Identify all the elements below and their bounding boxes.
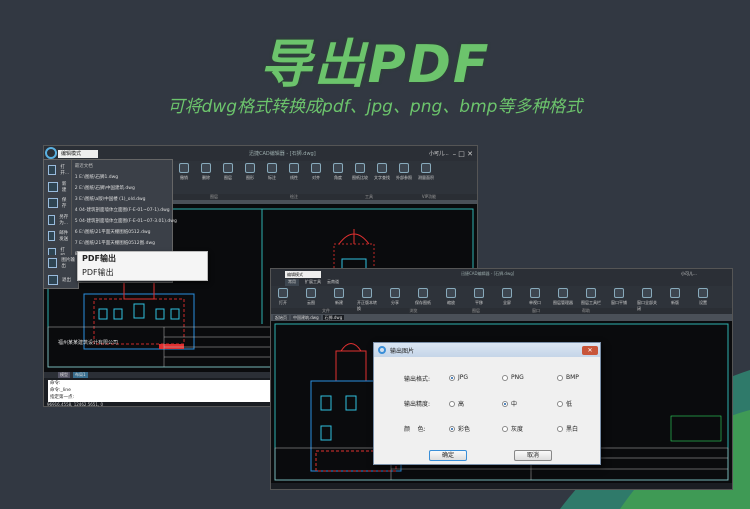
- cancel-button[interactable]: 取消: [514, 450, 552, 461]
- pdf-export-submenu: PDF输出 PDF输出: [77, 251, 208, 281]
- ribbon-button[interactable]: 标注: [262, 163, 282, 181]
- radio-quality-medium[interactable]: 中: [502, 399, 517, 408]
- doc-tab[interactable]: 中国建筑.dwg: [291, 315, 321, 320]
- menu-item-exit[interactable]: 退出: [44, 272, 78, 289]
- ribbon-button[interactable]: 平移: [469, 288, 489, 306]
- ribbon-button[interactable]: 新版: [665, 288, 685, 306]
- ribbon-button[interactable]: 删除: [196, 163, 216, 181]
- recent-file[interactable]: 6 E:\图纸\21平面天棚图纸0512.dwg: [72, 227, 177, 238]
- ribbon-button[interactable]: 窗口平铺: [609, 288, 629, 306]
- app-logo-button[interactable]: [45, 147, 57, 159]
- ok-button[interactable]: 确定: [429, 450, 467, 461]
- hero-title: 导出PDF: [259, 35, 491, 95]
- menu-item-new[interactable]: 新建: [44, 179, 71, 196]
- window-controls[interactable]: – □ ✕: [453, 150, 473, 158]
- tab-extend-tools[interactable]: 扩展工具: [305, 279, 321, 286]
- menu-item-open[interactable]: 打开...: [44, 162, 71, 179]
- ribbon-button[interactable]: 图形: [240, 163, 260, 181]
- ribbon-button[interactable]: 单视口: [525, 288, 545, 306]
- ribbon-button[interactable]: 缩放: [441, 288, 461, 306]
- ribbon-button[interactable]: 打开: [273, 288, 293, 306]
- radio-color-gray[interactable]: 灰度: [502, 424, 523, 433]
- radio-color-color[interactable]: 彩色: [449, 424, 470, 433]
- recent-file[interactable]: 2 E:\图纸\石狮\中国建筑.dwg: [72, 183, 177, 194]
- doc-tab[interactable]: 起始页: [273, 315, 289, 320]
- tab-home[interactable]: 常用: [285, 279, 299, 286]
- doc-tab-active[interactable]: 石狮.dwg: [322, 315, 345, 320]
- ribbon-button[interactable]: 外部参照: [394, 163, 414, 181]
- dialog-titlebar: 输出图片 ✕: [374, 343, 600, 357]
- ribbon-button[interactable]: 线性: [284, 163, 304, 181]
- ribbon-button[interactable]: 图层: [218, 163, 238, 181]
- ribbon-button[interactable]: 设置: [693, 288, 713, 306]
- color-label: 颜 色:: [404, 426, 426, 433]
- ribbon-button[interactable]: 角度: [328, 163, 348, 181]
- menu-item-email[interactable]: 邮件发送: [44, 228, 71, 245]
- recent-file[interactable]: 5 04-建筑剖面墙体立面图(F-E-01~07-3.01).dwg: [72, 216, 177, 227]
- mode-select[interactable]: 编辑模式: [58, 149, 98, 158]
- radio-format-jpg[interactable]: JPG: [449, 374, 468, 381]
- tab-layout1[interactable]: 布局1: [73, 372, 88, 378]
- ribbon-button[interactable]: 文字查找: [372, 163, 392, 181]
- recent-file[interactable]: 7 E:\图纸\21平面天棚图纸0512图.dwg: [72, 238, 177, 249]
- ribbon-button[interactable]: 新建: [329, 288, 349, 306]
- app-icon: [378, 346, 386, 354]
- title-block-company: 福州某某建筑设计有限公司: [58, 339, 118, 346]
- window-title: 迅捷CAD编辑器 - [石狮.dwg]: [461, 271, 515, 276]
- right-titlebar: 编辑模式 迅捷CAD编辑器 - [石狮.dwg] 小可儿...: [271, 269, 732, 279]
- tab-cloud[interactable]: 云南道: [327, 279, 339, 286]
- submenu-pdf-export[interactable]: PDF输出: [78, 252, 207, 266]
- recent-file[interactable]: 3 E:\图纸\a版\中国楼 (1)_old.dwg: [72, 194, 177, 205]
- quality-label: 输出精度:: [404, 401, 431, 408]
- menu-item-save-as[interactable]: 另存为...: [44, 212, 71, 229]
- document-tabs: 起始页 中国建筑.dwg 石狮.dwg: [271, 314, 732, 321]
- ribbon-tabs: 常用 扩展工具 云南道: [271, 279, 732, 286]
- mode-select[interactable]: 编辑模式: [285, 270, 321, 278]
- ribbon-button[interactable]: 窗口全部关闭: [637, 288, 657, 312]
- hero-subtitle: 可将dwg格式转换成pdf、jpg、png、bmp等多种格式: [167, 97, 583, 117]
- export-image-dialog: 输出图片 ✕ 输出格式: JPG PNG BMP 输出精度: 高 中 低 颜 色…: [373, 342, 601, 465]
- ribbon-button[interactable]: 全屏: [497, 288, 517, 306]
- submenu-pdf-export-2[interactable]: PDF输出: [78, 266, 207, 280]
- dialog-title: 输出图片: [390, 347, 415, 355]
- ribbon-button[interactable]: 测量面积: [416, 163, 436, 181]
- close-button[interactable]: ✕: [582, 345, 598, 355]
- ribbon-button[interactable]: 对齐: [306, 163, 326, 181]
- recent-header: 最近文档: [74, 164, 93, 169]
- ribbon-button[interactable]: 云图: [301, 288, 321, 306]
- window-title: 迅捷CAD编辑器 - [石狮.dwg]: [249, 151, 316, 157]
- recent-file[interactable]: 1 E:\图纸\石狮1.dwg: [72, 172, 177, 183]
- ribbon-button[interactable]: 分享: [385, 288, 405, 306]
- format-label: 输出格式:: [404, 376, 431, 383]
- ribbon-button[interactable]: 撤销: [174, 163, 194, 181]
- user-name[interactable]: 小可儿...: [429, 150, 449, 157]
- menu-item-save[interactable]: 保存: [44, 195, 71, 212]
- menu-item-image-export[interactable]: 图片输出: [44, 255, 78, 272]
- ribbon-button[interactable]: 保存图纸: [413, 288, 433, 306]
- radio-format-png[interactable]: PNG: [502, 374, 524, 381]
- tab-model[interactable]: 模型: [58, 372, 70, 378]
- radio-quality-low[interactable]: 低: [557, 399, 572, 408]
- ribbon-button[interactable]: 图层管理器: [553, 288, 573, 306]
- recent-file[interactable]: 4 04-建筑剖面墙体立面图(F-E-01~07-1).dwg: [72, 205, 177, 216]
- right-ribbon: 打开 云图 新建 开正版本转换 分享 保存图纸 缩放 平移 全屏 单视口 图层管…: [271, 286, 732, 311]
- radio-format-bmp[interactable]: BMP: [557, 374, 579, 381]
- ribbon-button[interactable]: 图纸比较: [350, 163, 370, 181]
- user-name[interactable]: 小可儿...: [681, 271, 697, 277]
- ribbon-button[interactable]: 图层工具栏: [581, 288, 601, 306]
- radio-color-bw[interactable]: 黑白: [557, 424, 578, 433]
- radio-quality-high[interactable]: 高: [449, 399, 464, 408]
